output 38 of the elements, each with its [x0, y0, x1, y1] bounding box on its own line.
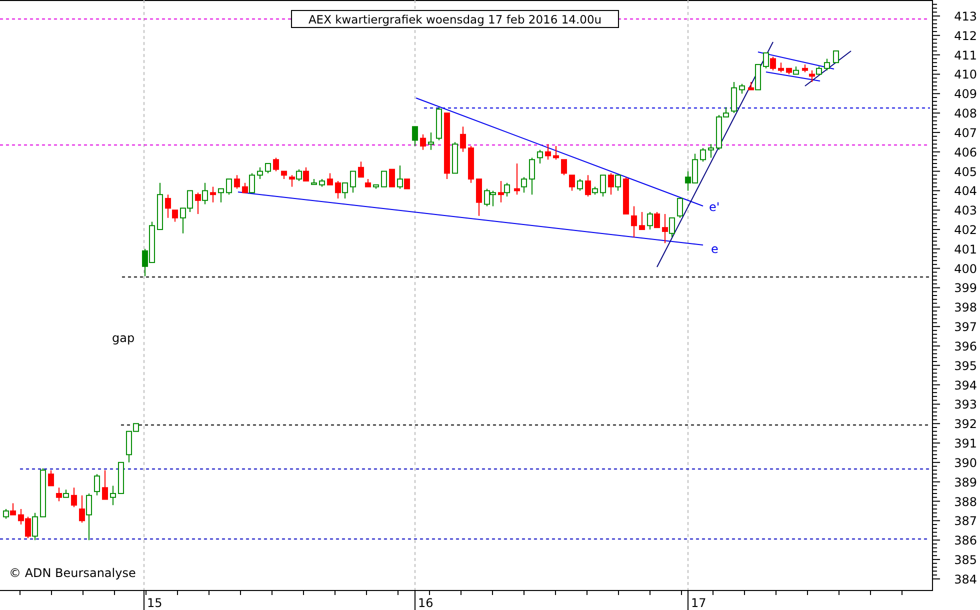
chart-annotation: e' — [709, 200, 720, 214]
axis-label: 410 — [954, 68, 977, 82]
axis-label: 15 — [147, 596, 162, 610]
axis-label: 405 — [954, 164, 977, 179]
axis-label: 406 — [954, 145, 977, 160]
axis-label: 403 — [954, 204, 977, 218]
chart-title: AEX kwartiergrafiek woensdag 17 feb 2016 14.00u — [291, 10, 619, 28]
axis-label: 391 — [954, 436, 977, 451]
axis-label: 408 — [954, 106, 977, 121]
axis-label: 396 — [954, 339, 977, 354]
axis-label: 387 — [954, 514, 977, 528]
axis-label: 413 — [954, 10, 977, 24]
axis-label: 16 — [418, 596, 434, 610]
axis-label: 411 — [954, 48, 977, 62]
chart-annotation: e — [711, 242, 718, 256]
axis-label: 389 — [954, 475, 977, 490]
axis-label: 398 — [954, 300, 977, 315]
copyright-text: © ADN Beursanalyse — [9, 566, 136, 580]
axis-label: 392 — [954, 417, 977, 432]
axis-label: 399 — [954, 281, 977, 296]
axis-label: 400 — [954, 262, 977, 276]
axis-label: 404 — [954, 184, 977, 198]
axis-label: 409 — [954, 87, 977, 102]
axis-label: 407 — [954, 126, 977, 140]
axis-label: 386 — [954, 534, 977, 548]
axis-label: 390 — [954, 456, 977, 470]
chart-annotation: gap — [112, 331, 135, 345]
axis-label: 388 — [954, 494, 977, 509]
axis-label: 384 — [954, 572, 977, 586]
axis-label: 395 — [954, 358, 977, 373]
axis-label: 394 — [954, 378, 977, 392]
axis-label: 397 — [954, 320, 977, 334]
axis-label: 17 — [691, 596, 706, 610]
axis-label: 412 — [954, 28, 977, 43]
axis-label: 393 — [954, 398, 977, 412]
axis-label: 385 — [954, 552, 977, 567]
axis-label: 402 — [954, 223, 977, 237]
axis-label: 401 — [954, 242, 977, 256]
